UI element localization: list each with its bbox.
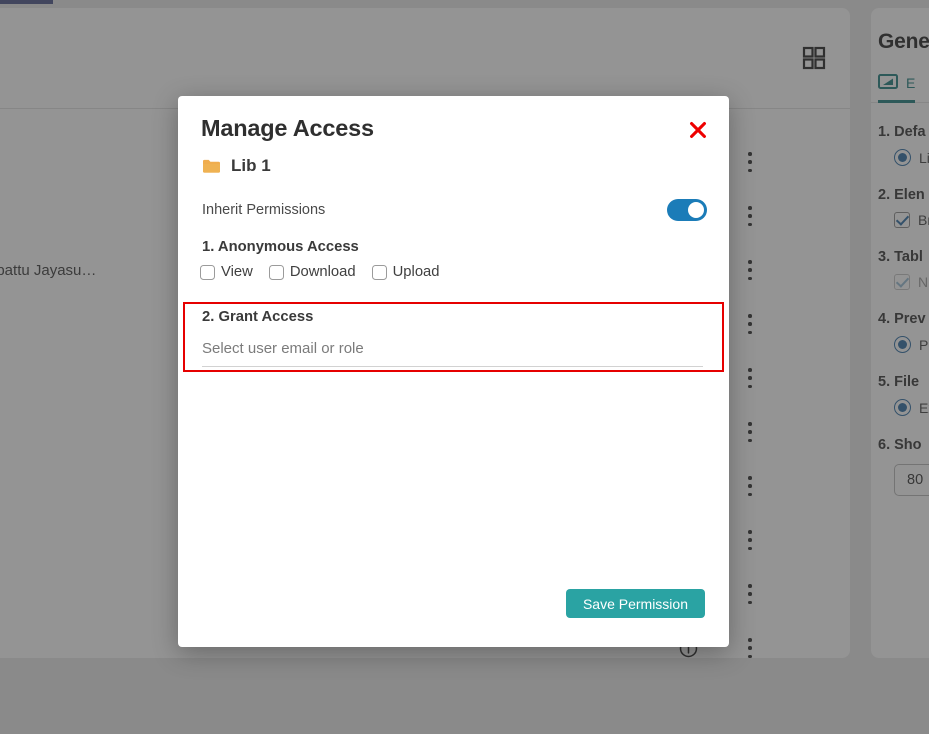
inherit-permissions-toggle[interactable] <box>667 199 707 221</box>
inherit-permissions-row: Inherit Permissions <box>202 196 707 224</box>
checkbox[interactable] <box>371 264 387 280</box>
anonymous-access-checkbox-download[interactable]: Download <box>268 264 356 280</box>
anonymous-access-checkbox-view[interactable]: View <box>200 264 253 280</box>
anonymous-access-checkbox-group: View Download Upload <box>200 264 440 280</box>
folder-icon <box>202 158 221 174</box>
checkbox[interactable] <box>200 264 215 280</box>
folder-breadcrumb: Lib 1 <box>202 156 271 176</box>
anonymous-access-checkbox-upload[interactable]: Upload <box>371 264 440 280</box>
folder-name: Lib 1 <box>231 156 271 175</box>
manage-access-dialog: Manage Access Lib 1 Inherit Permissions … <box>178 96 729 647</box>
save-permission-button[interactable]: Save Permission <box>565 589 705 618</box>
checkbox-label: Upload <box>392 264 440 280</box>
checkbox[interactable] <box>268 264 284 280</box>
grant-access-select[interactable]: Select user email or role <box>202 340 703 367</box>
grant-access-heading: 2. Grant Access <box>202 309 314 325</box>
dialog-title: Manage Access <box>201 115 374 141</box>
toggle-knob <box>688 202 704 218</box>
screen: apattu Jayasu… Gene E 1. DefaLis2. ElenB… <box>0 0 929 734</box>
grant-access-select-placeholder: Select user email or role <box>202 340 364 357</box>
inherit-permissions-label: Inherit Permissions <box>202 202 326 218</box>
close-icon[interactable] <box>685 117 711 143</box>
checkbox-label: View <box>221 264 253 280</box>
checkbox-label: Download <box>289 264 356 280</box>
anonymous-access-heading: 1. Anonymous Access <box>202 239 359 255</box>
